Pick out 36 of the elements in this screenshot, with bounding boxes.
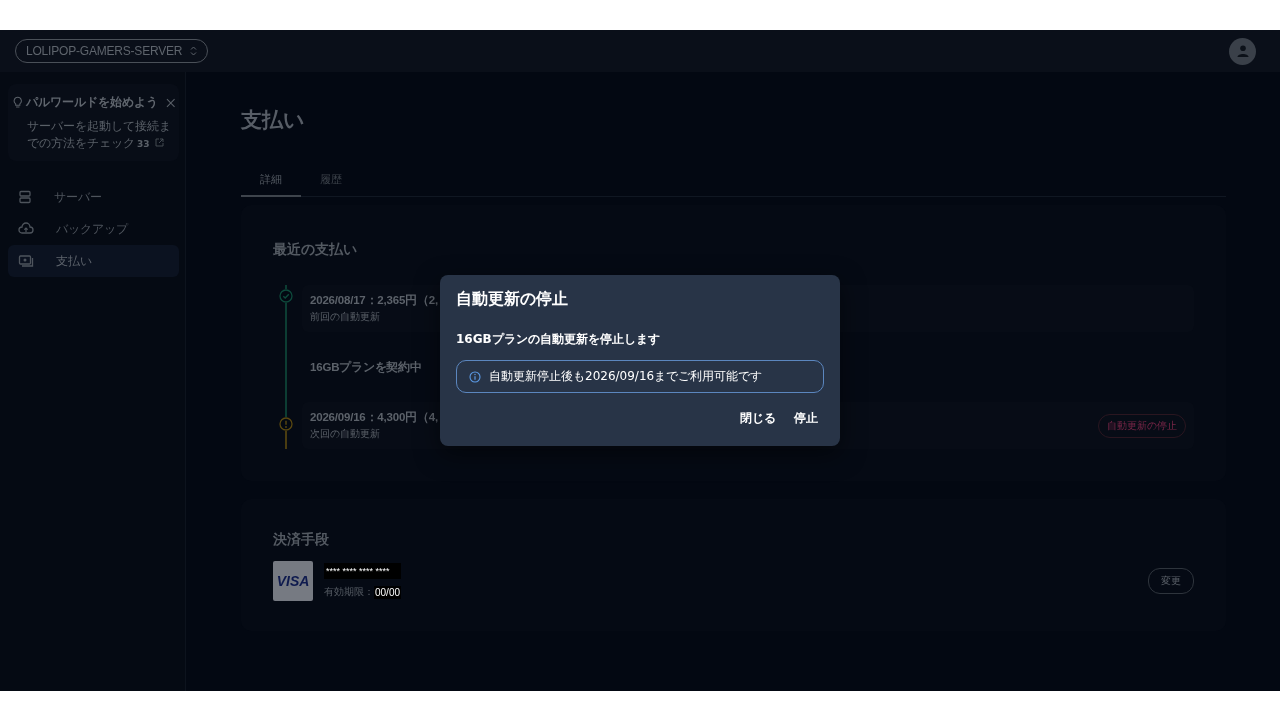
sidebar-item[interactable]: バックアップ — [8, 213, 179, 245]
payment-entry-title: 2026/08/17：2,365円（2, — [310, 293, 438, 308]
dialog-title: 自動更新の停止 — [456, 289, 569, 310]
card-title: 最近の支払い — [273, 241, 358, 259]
dialog-message: 16GBプランの自動更新を停止します — [456, 331, 661, 348]
chevron-up-down-icon — [190, 46, 198, 56]
info-icon — [469, 370, 481, 383]
sidebar-item[interactable]: サーバー — [8, 181, 179, 213]
close-icon[interactable] — [165, 97, 175, 108]
card-brand-logo: VISA — [273, 561, 313, 601]
payment-entry-subtitle: 前回の自動更新 — [310, 310, 381, 324]
payment-entry-title: 16GBプランを契約中 — [310, 359, 422, 375]
payment-entry-subtitle: 次回の自動更新 — [310, 427, 381, 441]
tab[interactable]: 詳細 — [241, 166, 301, 197]
user-avatar[interactable] — [1229, 37, 1256, 65]
info-text: 自動更新停止後も2026/09/16までご利用可能です — [489, 368, 763, 385]
card-title: 決済手段 — [273, 531, 330, 549]
card-number: **** **** **** **** — [324, 563, 402, 579]
expiry-label: 有効期限： — [324, 585, 374, 599]
lightbulb-icon — [13, 96, 23, 109]
server-icon — [18, 190, 32, 204]
payment-icon — [18, 254, 34, 268]
check-circle-icon — [278, 289, 293, 303]
dialog-button[interactable]: 停止 — [788, 406, 824, 431]
cloud-upload-icon — [18, 222, 34, 236]
dialog-button[interactable]: 閉じる — [734, 406, 782, 431]
change-button[interactable]: 変更 — [1148, 568, 1194, 594]
expiry-value: 00/00 — [374, 585, 402, 599]
payment-entry-title: 2026/09/16：4,300円（4, — [310, 410, 438, 425]
sidebar-item[interactable]: 支払い — [8, 245, 179, 277]
page-title: 支払い — [241, 107, 306, 134]
guide-title: パルワールドを始めよう — [25, 94, 158, 111]
warning-circle-icon — [278, 417, 293, 431]
external-link-icon — [154, 138, 164, 147]
guide-link[interactable]: サーバーを起動して接続までの方法をチェック 33 — [27, 118, 175, 153]
user-icon — [1235, 44, 1250, 58]
